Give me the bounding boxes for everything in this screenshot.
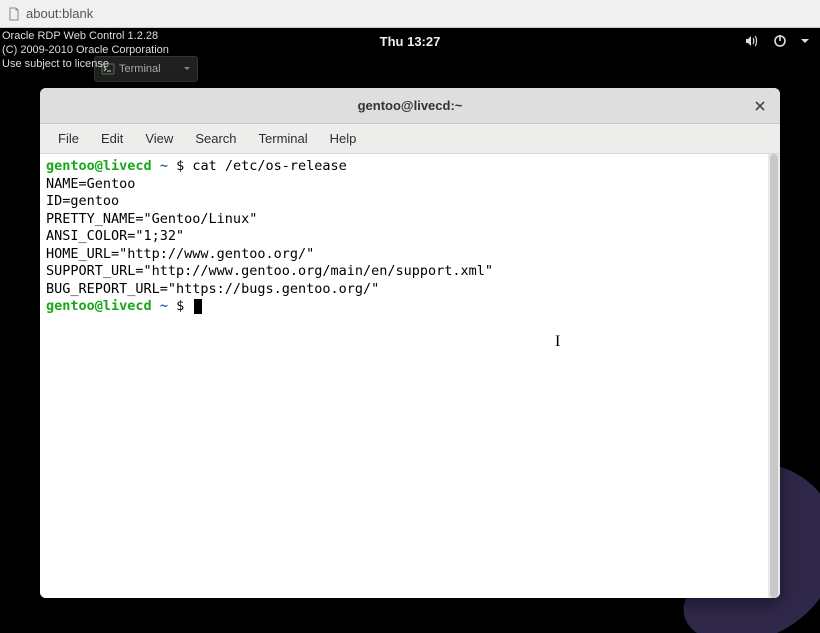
terminal-body[interactable]: gentoo@livecd ~ $ cat /etc/os-release NA… <box>40 154 780 598</box>
rdp-line: (C) 2009-2010 Oracle Corporation <box>2 44 169 58</box>
menu-search[interactable]: Search <box>185 127 246 150</box>
output-line: BUG_REPORT_URL="https://bugs.gentoo.org/… <box>46 281 774 299</box>
close-icon <box>754 100 766 112</box>
url-text: about:blank <box>26 6 93 21</box>
output-line: PRETTY_NAME="Gentoo/Linux" <box>46 211 774 229</box>
scrollbar-thumb[interactable] <box>770 154 778 598</box>
volume-icon[interactable] <box>744 33 760 49</box>
titlebar[interactable]: gentoo@livecd:~ <box>40 88 780 124</box>
output-line: ANSI_COLOR="1;32" <box>46 228 774 246</box>
command-text: cat /etc/os-release <box>192 158 346 174</box>
clock[interactable]: Thu 13:27 <box>380 34 441 49</box>
menu-terminal[interactable]: Terminal <box>249 127 318 150</box>
menu-view[interactable]: View <box>135 127 183 150</box>
rdp-line: Oracle RDP Web Control 1.2.28 <box>2 30 169 44</box>
scrollbar[interactable] <box>768 154 780 598</box>
menu-help[interactable]: Help <box>320 127 367 150</box>
output-line: SUPPORT_URL="http://www.gentoo.org/main/… <box>46 263 774 281</box>
rdp-line: Use subject to license <box>2 58 169 72</box>
output-line: HOME_URL="http://www.gentoo.org/" <box>46 246 774 264</box>
prompt-symbol: $ <box>176 158 184 174</box>
output-line: ID=gentoo <box>46 193 774 211</box>
menubar: File Edit View Search Terminal Help <box>40 124 780 154</box>
menu-edit[interactable]: Edit <box>91 127 133 150</box>
cursor-block <box>194 299 202 314</box>
desktop: Thu 13:27 Oracle RDP Web Control 1.2.28 … <box>0 28 820 633</box>
prompt-user: gentoo@livecd <box>46 158 152 174</box>
power-icon[interactable] <box>772 33 788 49</box>
browser-address-bar[interactable]: about:blank <box>0 0 820 28</box>
menu-file[interactable]: File <box>48 127 89 150</box>
close-button[interactable] <box>750 96 770 116</box>
chevron-down-icon <box>183 65 191 73</box>
page-icon <box>6 6 22 22</box>
terminal-window: gentoo@livecd:~ File Edit View Search Te… <box>40 88 780 598</box>
prompt-path: ~ <box>160 158 168 174</box>
chevron-down-icon[interactable] <box>800 33 810 49</box>
prompt-path: ~ <box>160 298 168 314</box>
prompt-symbol: $ <box>176 298 184 314</box>
window-title: gentoo@livecd:~ <box>358 98 463 113</box>
text-cursor-icon: I <box>555 332 560 353</box>
rdp-overlay-text: Oracle RDP Web Control 1.2.28 (C) 2009-2… <box>2 30 169 71</box>
prompt-user: gentoo@livecd <box>46 298 152 314</box>
output-line: NAME=Gentoo <box>46 176 774 194</box>
